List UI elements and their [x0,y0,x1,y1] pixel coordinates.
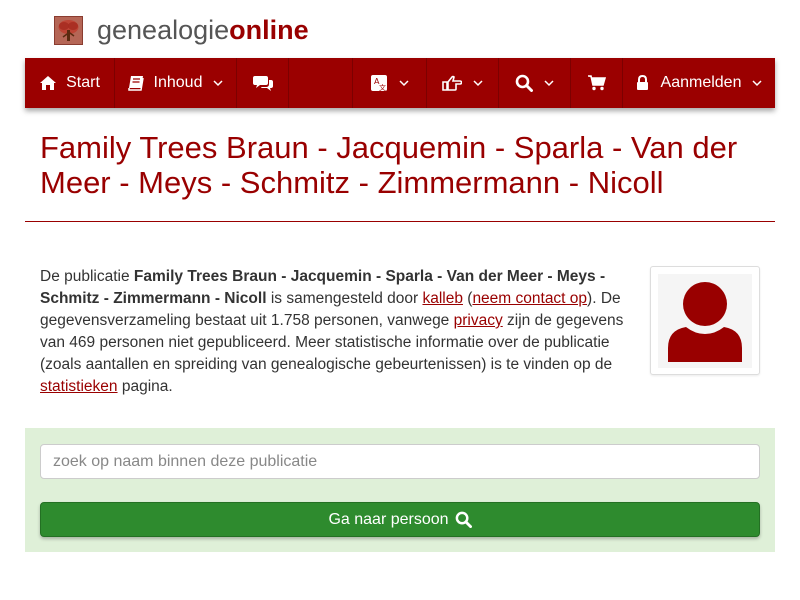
comments-icon [252,75,273,91]
nav-pointer-menu[interactable] [427,58,499,108]
nav-spacer [289,58,353,108]
language-icon: A文 [370,74,388,92]
author-avatar[interactable] [650,266,760,375]
brand-wordmark: genealogieonline [97,14,309,45]
intro-text: pagina. [117,378,173,395]
search-icon [455,511,472,528]
contact-link[interactable]: neem contact op [472,290,587,307]
chevron-down-icon [752,79,762,87]
nav-aanmelden-label: Aanmelden [660,74,742,91]
author-link[interactable]: kalleb [422,290,463,307]
go-to-person-button[interactable]: Ga naar persoon [40,502,760,537]
user-icon [658,274,752,368]
person-search-panel: Ga naar persoon [25,428,775,552]
page-title: Family Trees Braun - Jacquemin - Sparla … [40,130,738,200]
nav-aanmelden[interactable]: Aanmelden [623,58,775,108]
main-navbar: Start Inhoud A文 Aanmelden [25,58,775,108]
nav-search[interactable] [499,58,571,108]
book-icon [127,75,145,91]
home-icon [39,75,57,91]
nav-cart[interactable] [571,58,623,108]
nav-inhoud-label: Inhoud [153,74,203,91]
statistics-link[interactable]: statistieken [40,378,118,395]
search-icon [515,74,533,92]
brand-part-online: online [229,14,309,45]
nav-start-label: Start [66,74,100,91]
hand-pointer-icon [442,75,462,91]
nav-start[interactable]: Start [25,58,115,108]
nav-inhoud[interactable]: Inhoud [115,58,237,108]
nav-language[interactable]: A文 [353,58,427,108]
nav-forum[interactable] [237,58,289,108]
page-header: Family Trees Braun - Jacquemin - Sparla … [25,108,775,222]
person-search-input[interactable] [40,444,760,479]
lock-icon [636,75,649,91]
svg-text:文: 文 [379,83,386,92]
go-to-person-label: Ga naar persoon [328,510,449,528]
chevron-down-icon [544,79,554,87]
publication-intro: De publicatie Family Trees Braun - Jacqu… [40,266,625,398]
privacy-link[interactable]: privacy [454,312,503,329]
site-brand[interactable]: genealogieonline [54,14,309,46]
chevron-down-icon [213,79,223,87]
chevron-down-icon [399,79,409,87]
brand-part-genealogie: genealogie [97,14,230,45]
chevron-down-icon [473,79,483,87]
intro-text: is samengesteld door [266,290,423,307]
cart-icon [587,75,606,91]
intro-text: De publicatie [40,268,134,285]
tree-icon [54,15,83,45]
